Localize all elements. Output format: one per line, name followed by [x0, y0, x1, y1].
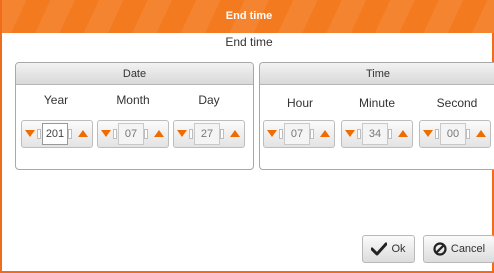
year-value[interactable]: 201 — [42, 123, 68, 145]
date-panel-header: Date — [16, 63, 253, 85]
hour-decrement-icon[interactable] — [267, 130, 277, 137]
year-increment-icon[interactable] — [78, 130, 88, 137]
month-value[interactable]: 07 — [118, 123, 144, 145]
spinner-tab — [388, 129, 392, 139]
date-panel: Date — [15, 62, 254, 170]
prohibited-icon — [433, 242, 447, 256]
day-increment-icon[interactable] — [230, 130, 240, 137]
cancel-label: Cancel — [450, 243, 486, 255]
second-decrement-icon[interactable] — [423, 130, 433, 137]
spinner-tab — [113, 129, 117, 139]
dialog-subtitle: End time — [225, 35, 273, 49]
second-spinner[interactable]: 00 — [419, 120, 491, 148]
cancel-button[interactable]: Cancel — [423, 235, 494, 263]
spinner-tab — [357, 129, 361, 139]
dialog-window: End time End time Date Year Month Day 20… — [0, 0, 494, 273]
second-value[interactable]: 00 — [440, 123, 466, 145]
spinner-tab — [68, 129, 72, 139]
minute-value[interactable]: 34 — [362, 123, 388, 145]
minute-spinner[interactable]: 34 — [341, 120, 413, 148]
dialog-title: End time — [2, 0, 494, 33]
day-spinner[interactable]: 27 — [173, 120, 245, 148]
day-value[interactable]: 27 — [194, 123, 220, 145]
spinner-tab — [220, 129, 224, 139]
month-increment-icon[interactable] — [154, 130, 164, 137]
minute-increment-icon[interactable] — [398, 130, 408, 137]
spinner-tab — [435, 129, 439, 139]
minute-decrement-icon[interactable] — [345, 130, 355, 137]
spinner-tab — [279, 129, 283, 139]
minute-label: Minute — [358, 96, 396, 110]
day-label: Day — [198, 93, 220, 107]
year-spinner[interactable]: 201 — [21, 120, 93, 148]
spinner-tab — [466, 129, 470, 139]
second-increment-icon[interactable] — [476, 130, 486, 137]
ok-button[interactable]: Ok — [362, 235, 415, 263]
month-label: Month — [116, 93, 150, 107]
spinner-tab — [37, 129, 41, 139]
month-decrement-icon[interactable] — [101, 130, 111, 137]
month-spinner[interactable]: 07 — [97, 120, 169, 148]
spinner-tab — [189, 129, 193, 139]
time-panel-header: Time — [260, 63, 494, 85]
spinner-tab — [144, 129, 148, 139]
day-decrement-icon[interactable] — [177, 130, 187, 137]
time-panel: Time — [259, 62, 494, 170]
spinner-tab — [310, 129, 314, 139]
hour-spinner[interactable]: 07 — [263, 120, 335, 148]
hour-increment-icon[interactable] — [320, 130, 330, 137]
year-label: Year — [43, 93, 69, 107]
hour-value[interactable]: 07 — [284, 123, 310, 145]
year-decrement-icon[interactable] — [25, 130, 35, 137]
second-label: Second — [436, 96, 478, 110]
ok-label: Ok — [391, 243, 406, 255]
checkmark-icon — [371, 242, 388, 256]
hour-label: Hour — [286, 96, 313, 110]
